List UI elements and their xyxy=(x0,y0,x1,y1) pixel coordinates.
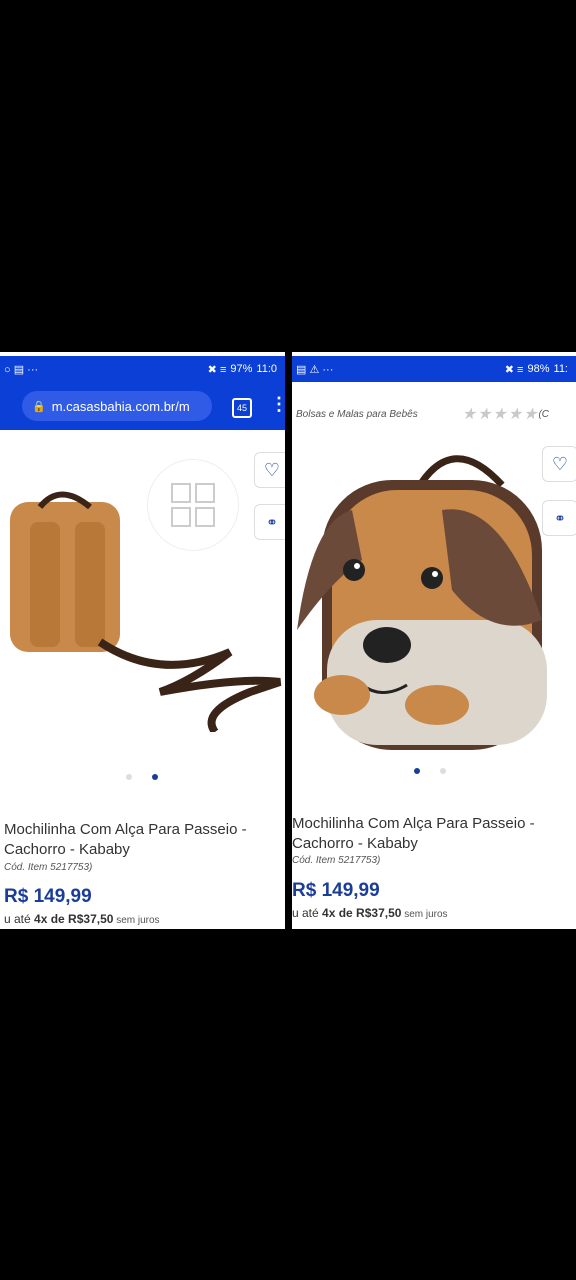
carousel-dot-active[interactable] xyxy=(152,774,158,780)
product-title-line1: Mochilinha Com Alça Para Passeio - xyxy=(4,821,247,838)
clock: 11: xyxy=(553,363,568,375)
rating-count: (C xyxy=(538,408,550,420)
battery-level: 98% xyxy=(527,363,550,375)
product-image[interactable] xyxy=(292,440,576,760)
product-image[interactable] xyxy=(0,482,285,732)
breadcrumb-category[interactable]: Bolsas e Malas para Bebês xyxy=(296,409,418,420)
product-price: R$ 149,99 xyxy=(4,886,92,907)
system-icons: ✖ ≡ xyxy=(207,363,227,376)
product-title: Mochilinha Com Alça Para Passeio - Cacho… xyxy=(292,814,535,854)
right-screenshot: ▤ ⚠ ··· ✖ ≡ 98% 11: Bolsas e Malas para … xyxy=(292,352,576,929)
battery-level: 97% xyxy=(230,363,253,375)
carousel-dot[interactable] xyxy=(440,768,446,774)
heart-icon: ♡ xyxy=(263,459,281,480)
breadcrumb: Bolsas e Malas para Bebês ★★★★★ (C xyxy=(292,400,576,428)
notification-icons: ○ ▤ ··· xyxy=(4,363,39,376)
product-title: Mochilinha Com Alça Para Passeio - Cacho… xyxy=(4,820,247,860)
product-title-line2: Cachorro - Kababy xyxy=(4,841,130,858)
carousel-dot-active[interactable] xyxy=(414,768,420,774)
carousel-dot[interactable] xyxy=(126,774,132,780)
carousel-dots xyxy=(414,768,446,774)
browser-toolbar: 🔒 m.casasbahia.com.br/m 45 ⋮ xyxy=(0,382,285,430)
installment-info: u até 4x de R$37,50 sem juros xyxy=(292,906,448,920)
installment-info: u até 4x de R$37,50 sem juros xyxy=(4,912,160,926)
rating-stars-icon: ★★★★★ xyxy=(461,406,539,423)
clock: 11:0 xyxy=(256,363,277,375)
address-bar[interactable]: 🔒 m.casasbahia.com.br/m xyxy=(22,391,212,421)
left-screenshot: ○ ▤ ··· ✖ ≡ 97% 11:0 🔒 m.casasbahia.com.… xyxy=(0,352,285,929)
lock-icon: 🔒 xyxy=(32,400,46,413)
product-code: Cód. Item 5217753) xyxy=(292,855,381,866)
menu-icon[interactable]: ⋮ xyxy=(270,394,285,415)
notification-icons: ▤ ⚠ ··· xyxy=(296,363,334,376)
status-bar: ▤ ⚠ ··· ✖ ≡ 98% 11: xyxy=(292,356,576,382)
product-price: R$ 149,99 xyxy=(292,880,380,901)
status-bar: ○ ▤ ··· ✖ ≡ 97% 11:0 xyxy=(0,356,285,382)
url-text: m.casasbahia.com.br/m xyxy=(51,398,190,414)
tabs-button[interactable]: 45 xyxy=(232,398,252,418)
carousel-dots xyxy=(126,774,158,780)
product-title-line1: Mochilinha Com Alça Para Passeio - xyxy=(292,815,535,832)
product-title-line2: Cachorro - Kababy xyxy=(292,835,418,852)
system-icons: ✖ ≡ xyxy=(504,363,524,376)
product-code: Cód. Item 5217753) xyxy=(4,862,93,873)
